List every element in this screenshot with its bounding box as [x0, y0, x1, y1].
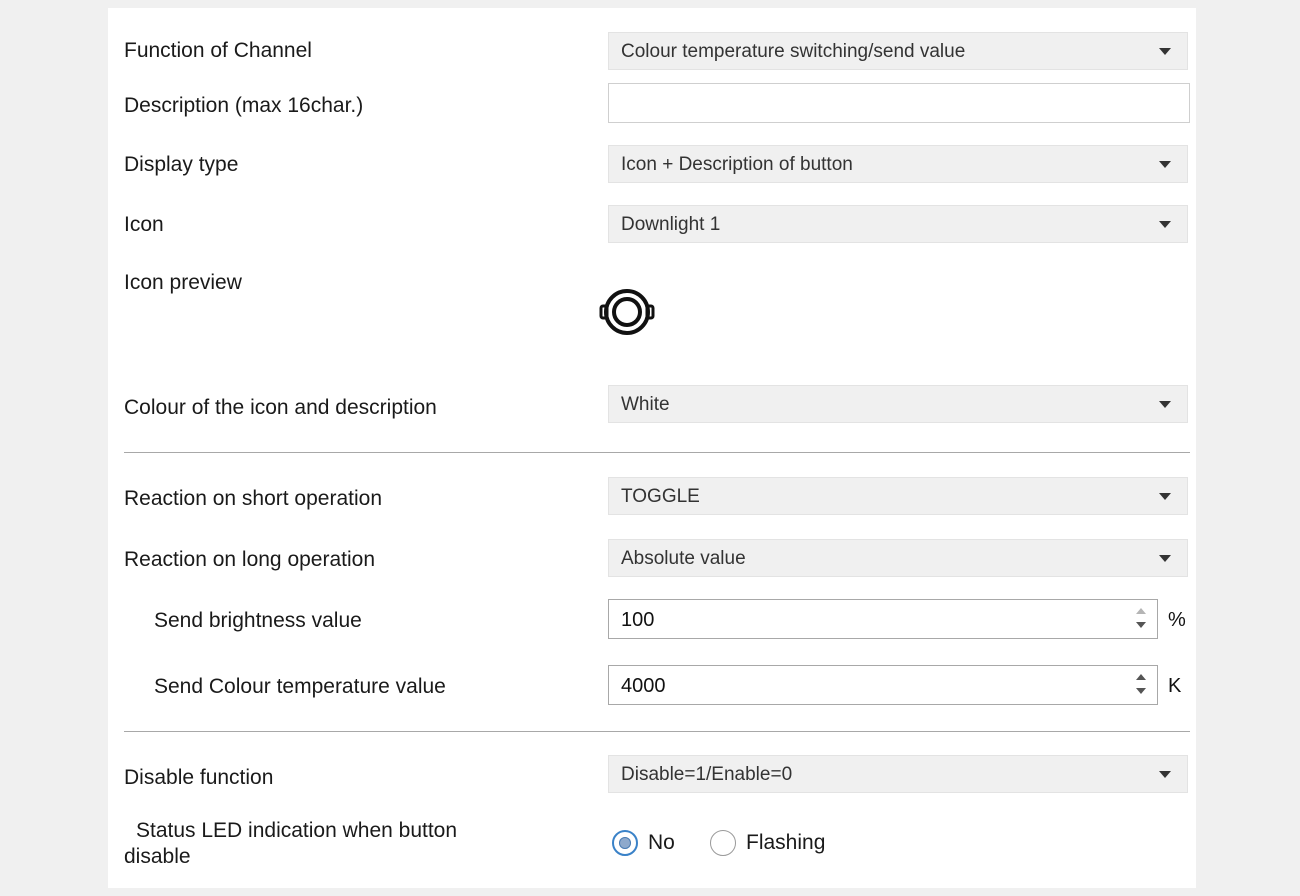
chevron-down-icon — [1159, 771, 1171, 778]
display-type-label: Display type — [124, 153, 239, 176]
icon-value: Downlight 1 — [621, 214, 721, 235]
brightness-stepper[interactable]: 100 — [608, 599, 1158, 639]
status-led-label-line2: disable — [124, 845, 191, 868]
brightness-unit: % — [1168, 609, 1186, 631]
colour-temperature-stepper[interactable]: 4000 — [608, 665, 1158, 705]
colour-temperature-spin-buttons[interactable] — [1135, 672, 1147, 698]
icon-preview-label: Icon preview — [124, 271, 242, 294]
radio-flashing-label[interactable]: Flashing — [746, 831, 825, 855]
chevron-down-icon — [1159, 221, 1171, 228]
long-operation-value: Absolute value — [621, 548, 746, 569]
chevron-down-icon — [1159, 493, 1171, 500]
divider — [124, 452, 1190, 453]
disable-function-dropdown[interactable]: Disable=1/Enable=0 — [608, 755, 1188, 793]
row-colour-temperature: Send Colour temperature value 4000 K — [124, 664, 1190, 708]
description-label: Description (max 16char.) — [124, 94, 364, 117]
colour-dropdown[interactable]: White — [608, 385, 1188, 423]
row-function-of-channel: Function of Channel Colour temperature s… — [124, 31, 1190, 73]
downlight-icon — [599, 289, 655, 335]
radio-flashing[interactable] — [710, 830, 736, 856]
row-icon: Icon Downlight 1 — [124, 204, 1190, 246]
colour-temperature-value: 4000 — [621, 675, 666, 697]
row-colour: Colour of the icon and description White — [124, 384, 1190, 426]
short-operation-label: Reaction on short operation — [124, 487, 382, 510]
radio-no-label[interactable]: No — [648, 831, 675, 855]
chevron-down-icon — [1159, 161, 1171, 168]
row-long-operation: Reaction on long operation Absolute valu… — [124, 538, 1190, 580]
icon-dropdown[interactable]: Downlight 1 — [608, 205, 1188, 243]
row-icon-preview: Icon preview — [124, 270, 1190, 350]
function-of-channel-dropdown[interactable]: Colour temperature switching/send value — [608, 32, 1188, 70]
row-status-led: Status LED indication when button disabl… — [124, 818, 1190, 878]
row-display-type: Display type Icon + Description of butto… — [124, 144, 1190, 186]
spin-up-icon[interactable] — [1136, 608, 1146, 614]
display-type-value: Icon + Description of button — [621, 154, 853, 175]
colour-label: Colour of the icon and description — [124, 396, 437, 419]
spin-down-icon[interactable] — [1136, 622, 1146, 628]
brightness-spin-buttons[interactable] — [1135, 606, 1147, 632]
chevron-down-icon — [1159, 48, 1171, 55]
colour-temperature-label: Send Colour temperature value — [154, 675, 446, 698]
description-input[interactable] — [608, 83, 1190, 123]
short-operation-dropdown[interactable]: TOGGLE — [608, 477, 1188, 515]
divider — [124, 731, 1190, 732]
status-led-label-line1: Status LED indication when button — [136, 819, 458, 842]
chevron-down-icon — [1159, 555, 1171, 562]
spin-down-icon[interactable] — [1136, 688, 1146, 694]
disable-function-value: Disable=1/Enable=0 — [621, 764, 793, 785]
icon-label: Icon — [124, 213, 164, 236]
parameter-panel: Function of Channel Colour temperature s… — [108, 8, 1196, 888]
display-type-dropdown[interactable]: Icon + Description of button — [608, 145, 1188, 183]
brightness-label: Send brightness value — [154, 609, 362, 632]
disable-function-label: Disable function — [124, 766, 274, 789]
radio-no[interactable] — [612, 830, 638, 856]
function-of-channel-label: Function of Channel — [124, 39, 312, 62]
row-description: Description (max 16char.) — [124, 82, 1190, 126]
brightness-value: 100 — [621, 609, 655, 631]
chevron-down-icon — [1159, 401, 1171, 408]
colour-temperature-unit: K — [1168, 675, 1182, 697]
spin-up-icon[interactable] — [1136, 674, 1146, 680]
row-disable-function: Disable function Disable=1/Enable=0 — [124, 754, 1190, 796]
long-operation-dropdown[interactable]: Absolute value — [608, 539, 1188, 577]
row-short-operation: Reaction on short operation TOGGLE — [124, 476, 1190, 518]
row-brightness: Send brightness value 100 % — [124, 598, 1190, 642]
long-operation-label: Reaction on long operation — [124, 548, 376, 571]
short-operation-value: TOGGLE — [621, 486, 700, 507]
function-of-channel-value: Colour temperature switching/send value — [621, 41, 966, 62]
colour-value: White — [621, 394, 670, 415]
